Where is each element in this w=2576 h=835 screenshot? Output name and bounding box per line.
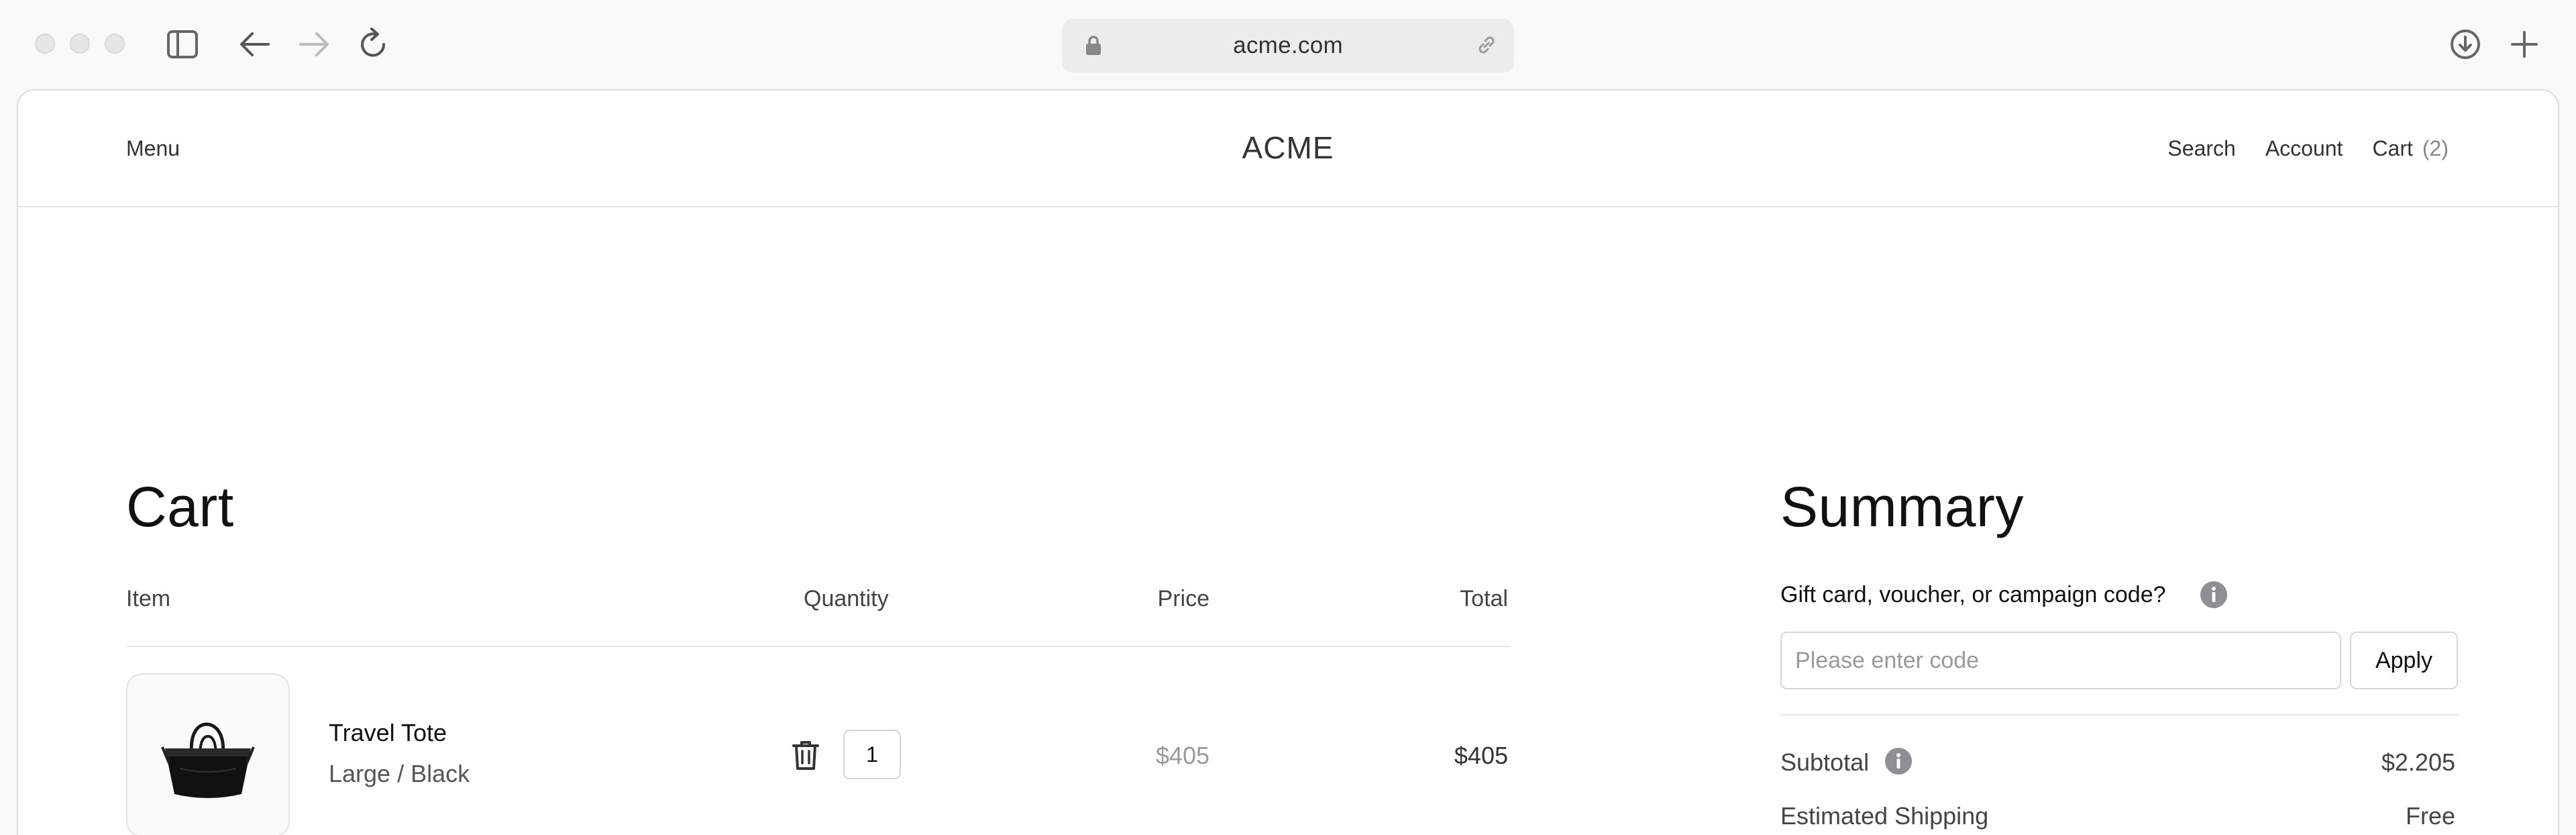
- quantity-field[interactable]: 1: [843, 730, 901, 779]
- brand-logo[interactable]: ACME: [1242, 130, 1334, 166]
- product-variant: Large / Black: [329, 760, 470, 787]
- shipping-label: Estimated Shipping: [1780, 802, 1989, 830]
- item-price: $405: [1155, 742, 1210, 769]
- account-link[interactable]: Account: [2265, 136, 2343, 161]
- back-arrow-icon[interactable]: [239, 30, 271, 59]
- minimize-window-button[interactable]: [70, 34, 90, 54]
- product-thumbnail[interactable]: [126, 673, 290, 835]
- summary-divider: [1780, 714, 2458, 716]
- column-header-price: Price: [1157, 586, 1210, 611]
- address-bar[interactable]: acme.com: [1062, 19, 1514, 72]
- header-nav: Search Account Cart (2): [2167, 136, 2449, 161]
- shipping-value: Free: [2405, 802, 2455, 830]
- column-header-total: Total: [1460, 586, 1508, 611]
- browser-toolbar: acme.com: [0, 0, 2576, 90]
- info-icon[interactable]: [1884, 747, 1913, 779]
- apply-code-button[interactable]: Apply: [2350, 632, 2458, 689]
- close-window-button[interactable]: [35, 34, 55, 54]
- cart-header-divider: [126, 646, 1511, 647]
- lock-icon: [1085, 35, 1102, 60]
- search-link[interactable]: Search: [2167, 136, 2235, 161]
- sidebar-icon[interactable]: [166, 30, 199, 59]
- cart-title: Cart: [126, 475, 234, 538]
- site-header: Menu ACME Search Account Cart (2): [18, 91, 2558, 207]
- reload-icon[interactable]: [358, 27, 389, 60]
- window-controls: [35, 34, 125, 54]
- cart-count-badge: (2): [2422, 136, 2449, 160]
- forward-arrow-icon[interactable]: [298, 30, 330, 59]
- web-page: Menu ACME Search Account Cart (2) Cart It…: [17, 89, 2559, 835]
- item-total: $405: [1454, 742, 1508, 769]
- summary-title: Summary: [1780, 475, 2024, 538]
- column-header-item: Item: [126, 586, 171, 611]
- gift-code-label: Gift card, voucher, or campaign code?: [1780, 582, 2166, 607]
- subtotal-label: Subtotal: [1780, 748, 1870, 776]
- download-icon[interactable]: [2449, 28, 2481, 60]
- column-header-quantity: Quantity: [804, 586, 889, 611]
- tote-bag-image: [161, 722, 255, 798]
- link-icon[interactable]: [1475, 34, 1498, 60]
- product-name[interactable]: Travel Tote: [329, 719, 447, 747]
- info-icon[interactable]: [2200, 581, 2228, 612]
- cart-link-label: Cart: [2372, 136, 2413, 160]
- gift-code-input[interactable]: [1780, 632, 2341, 689]
- url-text: acme.com: [1233, 32, 1343, 58]
- subtotal-value: $2.205: [2381, 748, 2455, 776]
- cart-link[interactable]: Cart (2): [2372, 136, 2449, 161]
- new-tab-plus-icon[interactable]: [2510, 30, 2539, 59]
- trash-icon[interactable]: [791, 739, 820, 775]
- zoom-window-button[interactable]: [105, 34, 125, 54]
